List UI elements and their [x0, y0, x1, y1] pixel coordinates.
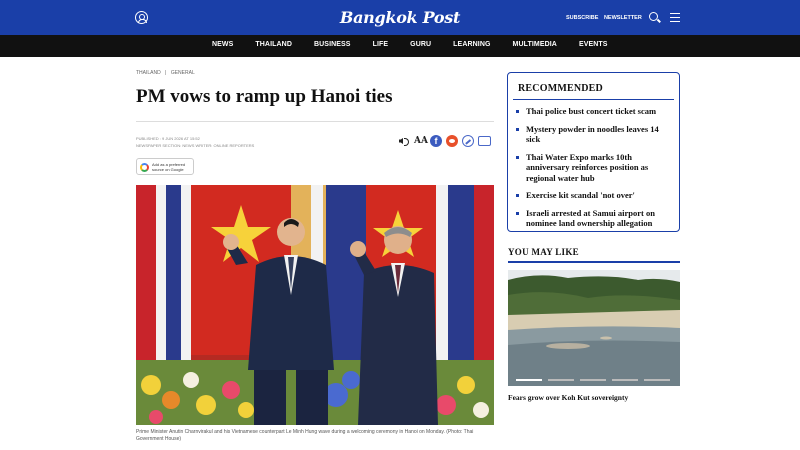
google-preferred-source-button[interactable]: Add as a preferred source on Google: [136, 158, 194, 175]
divider: [136, 121, 494, 122]
recommended-box: RECOMMENDED Thai police bust concert tic…: [507, 72, 680, 232]
top-links: SUBSCRIBE NEWSLETTER: [566, 15, 646, 21]
recommended-item[interactable]: Mystery powder in noodles leaves 14 sick: [516, 124, 673, 145]
user-icon[interactable]: [135, 11, 148, 24]
audio-icon[interactable]: [398, 135, 410, 147]
facebook-icon[interactable]: f: [430, 135, 442, 147]
page-title: PM vows to ramp up Hanoi ties: [136, 86, 393, 107]
nav-item-learning[interactable]: LEARNING: [453, 41, 490, 48]
recommended-item[interactable]: Exercise kit scandal 'not over': [516, 190, 673, 201]
breadcrumb: THAILAND | GENERAL: [136, 70, 195, 76]
you-may-like-caption[interactable]: Fears grow over Koh Kut sovereignty: [508, 393, 628, 402]
breadcrumb-separator: |: [165, 70, 167, 76]
nav-item-news[interactable]: NEWS: [212, 41, 233, 48]
recommended-item[interactable]: Thai police bust concert ticket scam: [516, 106, 673, 117]
share-toolbar: AA f: [398, 135, 495, 147]
section-writer: NEWSPAPER SECTION: NEWS WRITER: ONLINE R…: [136, 143, 255, 148]
nav-item-events[interactable]: EVENTS: [579, 41, 608, 48]
recommended-item[interactable]: Israeli arrested at Samui airport on nom…: [516, 208, 673, 229]
google-icon: [140, 163, 149, 172]
you-may-like-photo[interactable]: [508, 270, 680, 386]
divider: [513, 99, 674, 100]
nav-item-guru[interactable]: GURU: [410, 41, 431, 48]
recommended-title: RECOMMENDED: [518, 83, 603, 94]
you-may-like-title: YOU MAY LIKE: [508, 247, 579, 257]
nav-item-multimedia[interactable]: MULTIMEDIA: [513, 41, 557, 48]
site-logo[interactable]: Bangkok Post: [330, 8, 470, 27]
carousel-dot[interactable]: [644, 379, 670, 381]
nav-item-thailand[interactable]: THAILAND: [255, 41, 292, 48]
breadcrumb-thailand[interactable]: THAILAND: [136, 70, 161, 76]
newsletter-link[interactable]: NEWSLETTER: [604, 15, 642, 21]
link-icon[interactable]: [462, 135, 474, 147]
top-header: Bangkok Post SUBSCRIBE NEWSLETTER: [0, 0, 800, 35]
comment-icon[interactable]: [478, 136, 491, 146]
published-date: PUBLISHED : 9 JUN 2026 AT 15:52: [136, 136, 200, 141]
nav-item-life[interactable]: LIFE: [373, 41, 389, 48]
main-nav: NEWS THAILAND BUSINESS LIFE GURU LEARNIN…: [0, 35, 800, 57]
photo-caption: Prime Minister Anutin Charnvirakul and h…: [136, 429, 474, 442]
font-size-icon[interactable]: AA: [414, 135, 428, 147]
google-badge-label: Add as a preferred source on Google: [152, 162, 186, 172]
recommended-item[interactable]: Thai Water Expo marks 10th anniversary r…: [516, 152, 673, 184]
article-photo: [136, 185, 494, 425]
carousel-dot[interactable]: [516, 379, 542, 381]
menu-icon[interactable]: [670, 13, 680, 22]
search-icon[interactable]: [649, 12, 658, 21]
carousel-dot[interactable]: [612, 379, 638, 381]
divider: [508, 261, 680, 263]
reddit-icon[interactable]: [446, 135, 458, 147]
carousel-dot[interactable]: [548, 379, 574, 381]
carousel-dot[interactable]: [580, 379, 606, 381]
nav-item-business[interactable]: BUSINESS: [314, 41, 351, 48]
breadcrumb-general[interactable]: GENERAL: [171, 70, 195, 76]
carousel-indicators: [516, 379, 676, 381]
subscribe-link[interactable]: SUBSCRIBE: [566, 15, 598, 21]
